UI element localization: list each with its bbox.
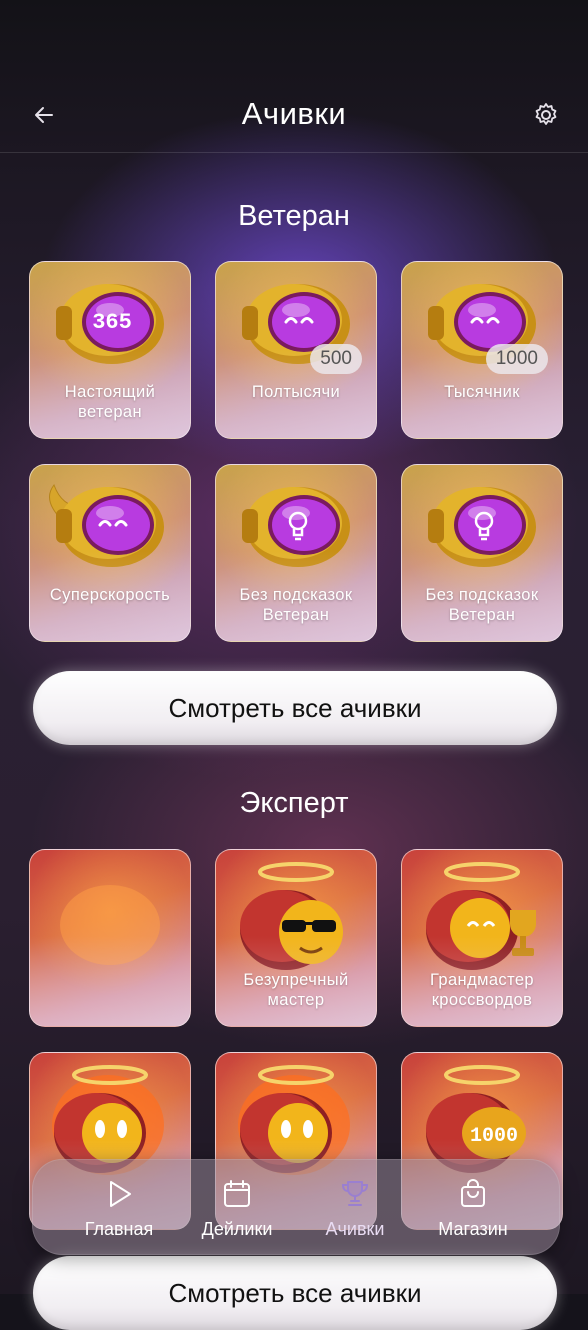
achievement-card[interactable]: Без подсказок Ветеран	[215, 464, 377, 642]
section-title-expert: Эксперт	[239, 787, 349, 819]
achievement-card[interactable]: Грандмастер кроссвордов	[401, 849, 563, 1027]
nav-label-shop: Магазин	[438, 1219, 508, 1239]
gear-icon[interactable]	[532, 101, 560, 129]
shopping-bag-icon	[461, 1179, 485, 1207]
nav-label-achievements: Ачивки	[325, 1219, 385, 1239]
play-icon	[110, 1181, 131, 1207]
achievement-card[interactable]	[29, 849, 191, 1027]
achievement-label: Настоящий ветеран	[64, 383, 156, 421]
art-number: 365	[92, 310, 132, 335]
achievement-label: Без подсказок Ветеран	[425, 586, 539, 624]
achievement-label: Суперскорость	[49, 586, 171, 604]
achievement-card[interactable]: 365 Настоящий ветеран	[29, 261, 191, 439]
page-title: Ачивки	[241, 96, 347, 131]
calendar-icon	[224, 1180, 250, 1207]
nav-label-home: Главная	[84, 1219, 154, 1239]
nav-item-home[interactable]: Главная	[59, 1160, 179, 1254]
achievement-label: Грандмастер кроссвордов	[430, 971, 534, 1009]
achievement-label: Без подсказок Ветеран	[239, 586, 353, 624]
trophy-icon	[341, 1181, 369, 1206]
bottom-navigation: Главная Дейлики Ачивки Магазин	[32, 1159, 560, 1255]
achievement-card[interactable]: Суперскорость	[29, 464, 191, 642]
achievement-label: Тысячник	[444, 383, 520, 401]
achievement-card[interactable]: Безупречный мастер	[215, 849, 377, 1027]
view-all-achievements-button-2[interactable]: Смотреть все ачивки	[33, 1256, 557, 1330]
view-all-achievements-button[interactable]: Смотреть все ачивки	[33, 671, 557, 745]
nav-item-dailies[interactable]: Дейлики	[177, 1160, 297, 1254]
top-app-bar: Ачивки	[0, 86, 588, 153]
achievement-card[interactable]: 500 Полтысячи	[215, 261, 377, 439]
achievement-card[interactable]: 1000 Тысячник	[401, 261, 563, 439]
nav-label-dailies: Дейлики	[201, 1219, 273, 1239]
count-badge: 1000	[485, 344, 548, 374]
count-badge: 500	[310, 344, 362, 374]
card-glass	[30, 936, 190, 1026]
achievement-card[interactable]: Без подсказок Ветеран	[401, 464, 563, 642]
nav-item-achievements[interactable]: Ачивки	[295, 1160, 415, 1254]
achievement-label: Безупречный мастер	[243, 971, 349, 1009]
achievement-label: Полтысячи	[251, 383, 341, 401]
nav-item-shop[interactable]: Магазин	[413, 1160, 533, 1254]
section-title-veteran: Ветеран	[238, 200, 350, 232]
